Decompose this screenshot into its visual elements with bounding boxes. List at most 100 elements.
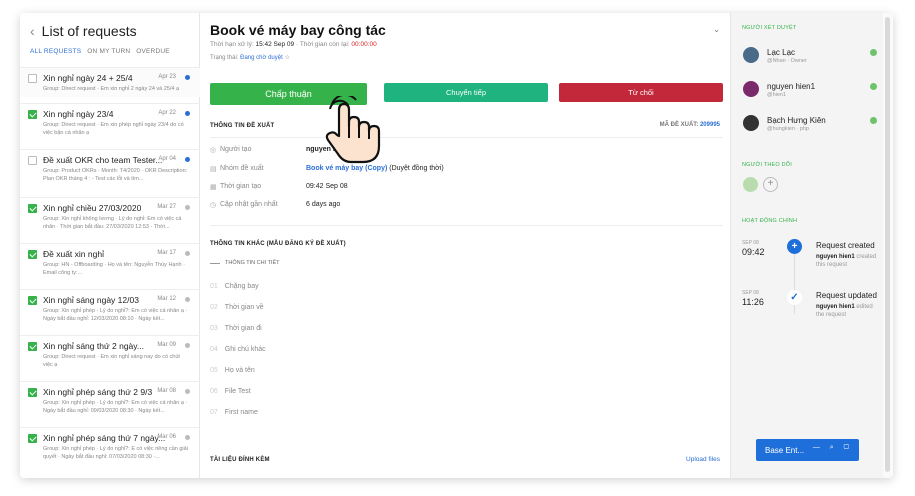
item-desc: Group: Product OKRs · Month: T4/2020 · O… — [43, 168, 188, 182]
approver-name: Lạc Lạc — [767, 48, 796, 57]
status-dot-icon — [185, 343, 190, 348]
list-title: List of requests — [41, 23, 137, 39]
updated-row: ◷ Cập nhật gần nhất 6 days ago — [210, 201, 341, 209]
status-dot-icon — [185, 389, 190, 394]
item-title: Xin nghỉ phép sáng thứ 7 ngày... — [43, 433, 166, 443]
check-icon: ✓ — [787, 290, 802, 305]
calendar-icon: ▦ — [210, 184, 217, 191]
item-title: Xin nghỉ ngày 24 + 25/4 — [43, 73, 133, 83]
form-field: 05 Họ và tên — [210, 367, 255, 374]
form-field: 07 First name — [210, 409, 258, 416]
app-window: ‹ List of requests ALL REQUESTS ON MY TUR… — [20, 13, 893, 478]
item-date: Mar 06 — [157, 434, 176, 440]
activity-date: SEP 08 — [742, 240, 759, 246]
item-date: Mar 17 — [157, 250, 176, 256]
item-title: Xin nghỉ ngày 23/4 — [43, 109, 114, 119]
list-item[interactable]: Xin nghỉ sáng thứ 2 ngày... Mar 09 Group… — [20, 335, 200, 381]
activity-heading: HOẠT ĐỘNG CHÍNH — [742, 218, 798, 224]
item-desc: Group: Xin nghỉ phép · Lý do nghỉ?: Em c… — [43, 400, 188, 414]
created-row: ▦ Thời gian tạo 09:42 Sep 08 — [210, 183, 348, 191]
checkbox[interactable] — [28, 342, 37, 351]
detail-subheading: THÔNG TIN CHI TIẾT — [210, 260, 280, 266]
forward-button[interactable]: Chuyển tiếp — [384, 83, 548, 102]
item-date: Mar 09 — [157, 342, 176, 348]
item-desc: Group: Direct request · Em xin nghỉ sáng… — [43, 354, 180, 368]
upload-files-link[interactable]: Upload files — [686, 456, 720, 463]
approver-sub: @hien1 — [767, 92, 787, 98]
item-desc: Group: HN - Offboarding · Họ và tên: Ngu… — [43, 262, 185, 276]
checkbox[interactable] — [28, 156, 37, 165]
follower-avatar[interactable] — [743, 177, 758, 192]
form-field: 01 Chặng bay — [210, 283, 259, 290]
chat-controls-icon[interactable]: — ⌕ ▢ — [813, 444, 853, 452]
chevron-down-icon[interactable]: ⌄ — [713, 25, 720, 34]
item-date: Apr 23 — [158, 74, 176, 80]
item-desc: Group: Direct request · Em xin nghỉ 2 ng… — [43, 86, 180, 92]
avatar[interactable] — [743, 81, 759, 97]
checkbox[interactable] — [28, 74, 37, 83]
activity-title: Request created — [816, 241, 875, 250]
scrollbar-thumb[interactable] — [885, 17, 890, 472]
item-title: Đề xuất xin nghỉ — [43, 249, 104, 259]
right-sidebar: NGƯỜI XÉT DUYỆT Lạc Lạc @Nhan · Owner ng… — [730, 13, 883, 478]
tab-overdue[interactable]: OVERDUE — [136, 48, 170, 55]
checkbox[interactable] — [28, 388, 37, 397]
proposal-code: MÃ ĐỀ XUẤT: 209995 — [659, 122, 720, 128]
request-title: Book vé máy bay công tác — [210, 22, 386, 38]
activity-desc: nguyen hien1 created this request — [816, 254, 877, 268]
user-icon: ◎ — [210, 147, 217, 154]
checkbox[interactable] — [28, 250, 37, 259]
status-dot-icon — [185, 205, 190, 210]
list-item[interactable]: Xin nghỉ phép sáng thứ 7 ngày... Mar 06 … — [20, 427, 200, 478]
checkbox[interactable] — [28, 110, 37, 119]
list-item[interactable]: Đề xuất OKR cho team Tester... Apr 04 Gr… — [20, 149, 200, 202]
list-item[interactable]: Đề xuất xin nghỉ Mar 17 Group: HN - Offb… — [20, 243, 200, 289]
checkbox[interactable] — [28, 296, 37, 305]
reject-button[interactable]: Từ chối — [559, 83, 723, 102]
back-chevron-icon[interactable]: ‹ — [30, 23, 35, 39]
list-item[interactable]: Xin nghỉ sáng ngày 12/03 Mar 12 Group: X… — [20, 289, 200, 335]
form-field: 06 File Test — [210, 388, 251, 395]
checkbox[interactable] — [28, 434, 37, 443]
request-list-panel: ‹ List of requests ALL REQUESTS ON MY TUR… — [20, 13, 200, 478]
activity-desc: nguyen hien1 edited the request — [816, 304, 873, 318]
activity-title: Request updated — [816, 291, 877, 300]
form-field: 02 Thời gian về — [210, 304, 264, 311]
item-desc: Group: Xin nghỉ phép · Lý do nghỉ?: E có… — [43, 446, 188, 460]
tab-on-my-turn[interactable]: ON MY TURN — [87, 48, 130, 55]
list-item[interactable]: Xin nghỉ ngày 24 + 25/4 Apr 23 Group: Di… — [20, 67, 200, 97]
online-dot-icon — [870, 49, 877, 56]
avatar[interactable] — [743, 115, 759, 131]
item-desc: Group: Direct request · Em xin phép nghỉ… — [43, 122, 184, 136]
item-desc: Group: Xin nghỉ phép · Lý do nghỉ?: Em c… — [43, 308, 188, 322]
status-dot-icon — [185, 435, 190, 440]
followers-heading: NGƯỜI THEO DÕI — [742, 162, 793, 168]
add-follower-button[interactable]: + — [763, 177, 778, 192]
list-item[interactable]: Xin nghỉ chiều 27/03/2020 Mar 27 Group: … — [20, 197, 200, 243]
online-dot-icon — [870, 117, 877, 124]
status-dot-icon — [185, 297, 190, 302]
deadline-value: 15:42 Sep 09 — [255, 41, 295, 48]
status-line: Trạng thái: Đang chờ duyệt ☆ — [210, 55, 290, 61]
item-date: Mar 12 — [157, 296, 176, 302]
scrollbar[interactable] — [883, 13, 893, 478]
avatar[interactable] — [743, 47, 759, 63]
unread-dot-icon — [185, 157, 190, 162]
unread-dot-icon — [185, 75, 190, 80]
list-item[interactable]: Xin nghỉ phép sáng thứ 2 9/3 Mar 08 Grou… — [20, 381, 200, 427]
chat-widget[interactable]: Base Ent... — ⌕ ▢ — [756, 439, 859, 461]
item-title: Đề xuất OKR cho team Tester... — [43, 155, 163, 165]
status-dot-icon — [185, 251, 190, 256]
remaining-time: 00:00:00 — [351, 41, 377, 48]
item-date: Apr 04 — [158, 156, 176, 162]
star-icon[interactable]: ☆ — [284, 55, 289, 61]
checkbox[interactable] — [28, 204, 37, 213]
item-date: Mar 27 — [157, 204, 176, 210]
tab-all-requests[interactable]: ALL REQUESTS — [30, 48, 81, 55]
list-item[interactable]: Xin nghỉ ngày 23/4 Apr 22 Group: Direct … — [20, 103, 200, 149]
deadline-line: Thời hạn xử lý: 15:42 Sep 09 · Thời gian… — [210, 41, 377, 48]
item-title: Xin nghỉ sáng thứ 2 ngày... — [43, 341, 144, 351]
activity-date: SEP 08 — [742, 290, 759, 296]
approvers-heading: NGƯỜI XÉT DUYỆT — [742, 25, 797, 31]
approver-sub: @hungkien · php — [767, 126, 809, 132]
